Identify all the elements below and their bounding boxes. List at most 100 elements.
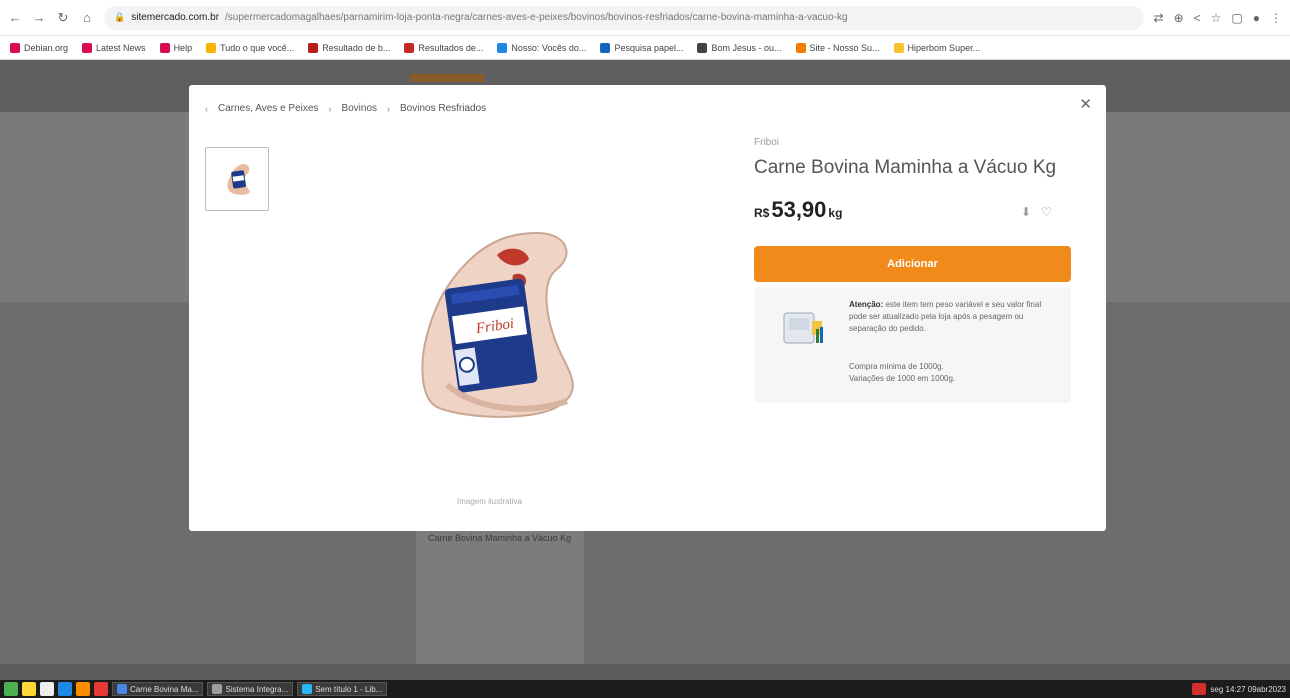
breadcrumb-item[interactable]: Carnes, Aves e Peixes: [218, 103, 318, 114]
share-icon[interactable]: <: [1194, 11, 1201, 25]
task-button[interactable]: Sistema Integra...: [207, 682, 294, 696]
bookmark-favicon-icon: [795, 42, 806, 53]
bookmarks-bar: Debian.org Latest News Help Tudo o que você…: [0, 36, 1290, 60]
window-icon: [212, 684, 223, 694]
bookmark-item[interactable]: Help: [159, 42, 193, 53]
breadcrumb: ‹ Carnes, Aves e Peixes › Bovinos › Bovi…: [205, 103, 486, 114]
bookmark-label: Site - Nosso Su...: [809, 42, 880, 53]
weight-step: Variações de 1000 em 1000g.: [849, 374, 956, 383]
bookmark-label: Help: [173, 42, 193, 53]
weight-info-text: Atenção: este item tem peso variável e s…: [849, 299, 1059, 335]
bookmark-label: Latest News: [96, 42, 146, 53]
product-modal: ✕ ‹ Carnes, Aves e Peixes › Bovinos › Bo…: [189, 85, 1106, 531]
system-tray: seg 14:27 09abr2023: [1192, 683, 1286, 695]
bookmark-item[interactable]: Tudo o que você...: [206, 42, 295, 53]
bookmark-label: Nosso: Vocês do...: [511, 42, 587, 53]
start-menu-icon[interactable]: [4, 682, 18, 696]
browser-toolbar: ← → ↻ ⌂ 🔒 sitemercado.com.br/supermercad…: [0, 0, 1290, 36]
download-icon[interactable]: ⬇: [1021, 205, 1031, 219]
bookmark-item[interactable]: Debian.org: [10, 42, 69, 53]
task-button[interactable]: Sem título 1 - Lib...: [297, 682, 388, 696]
bookmark-item[interactable]: Pesquisa papel...: [600, 42, 684, 53]
bookmark-label: Hiperbom Super...: [907, 42, 981, 53]
task-label: Sem título 1 - Lib...: [315, 684, 383, 694]
menu-icon[interactable]: ⋮: [1270, 11, 1282, 25]
breadcrumb-item[interactable]: Bovinos Resfriados: [400, 103, 486, 114]
bookmark-item[interactable]: Site - Nosso Su...: [795, 42, 880, 53]
add-to-cart-button[interactable]: Adicionar: [754, 246, 1071, 282]
home-icon[interactable]: ⌂: [80, 10, 94, 25]
bookmark-favicon-icon: [893, 42, 904, 53]
translate-icon[interactable]: ⇄: [1154, 11, 1164, 25]
address-bar[interactable]: 🔒 sitemercado.com.br/supermercadomagalha…: [104, 5, 1144, 30]
forward-icon[interactable]: →: [32, 10, 46, 25]
min-purchase: Compra mínima de 1000g.: [849, 362, 944, 371]
task-label: Sistema Integra...: [225, 684, 289, 694]
scale-icon: [783, 312, 823, 344]
heart-icon[interactable]: ♡: [1041, 205, 1052, 219]
weight-info-box: Atenção: este item tem peso variável e s…: [754, 287, 1071, 403]
bookmark-favicon-icon: [404, 42, 415, 53]
bookmark-label: Resultado de b...: [322, 42, 391, 53]
browser-icon[interactable]: [58, 682, 72, 696]
header-accent: [410, 74, 484, 82]
bookmark-label: Bom Jesus - ou...: [711, 42, 782, 53]
bookmark-item[interactable]: Resultado de b...: [308, 42, 391, 53]
window-icon: [302, 684, 313, 694]
bookmark-favicon-icon: [159, 42, 170, 53]
window-icon: [117, 684, 127, 694]
reload-icon[interactable]: ↻: [56, 10, 70, 25]
app-icon[interactable]: [76, 682, 90, 696]
bookmark-item[interactable]: Nosso: Vocês do...: [497, 42, 587, 53]
bookmark-favicon-icon: [10, 42, 20, 53]
close-icon[interactable]: ✕: [1079, 95, 1092, 113]
chevron-right-icon: ›: [328, 103, 332, 114]
bookmark-favicon-icon: [206, 42, 217, 53]
app-icon[interactable]: [94, 682, 108, 696]
bookmark-favicon-icon: [308, 42, 319, 53]
terminal-icon[interactable]: [40, 682, 54, 696]
price-value: 53,90: [771, 197, 827, 222]
product-thumbnail[interactable]: [205, 147, 269, 211]
price-currency: R$: [754, 206, 770, 220]
product-price: R$ 53,90 kg: [754, 197, 842, 223]
taskbar: Carne Bovina Ma... Sistema Integra... Se…: [0, 680, 1290, 698]
price-unit: kg: [828, 206, 843, 220]
url-path: /supermercadomagalhaes/parnamirim-loja-p…: [225, 12, 848, 23]
product-card[interactable]: [416, 528, 584, 668]
lock-icon: 🔒: [114, 12, 126, 22]
chevron-right-icon: ›: [387, 103, 391, 114]
star-icon[interactable]: ☆: [1211, 11, 1222, 25]
clock[interactable]: seg 14:27 09abr2023: [1210, 685, 1286, 694]
bookmark-item[interactable]: Hiperbom Super...: [893, 42, 981, 53]
bookmark-item[interactable]: Bom Jesus - ou...: [697, 42, 782, 53]
url-host: sitemercado.com.br: [131, 12, 220, 23]
record-icon[interactable]: [1192, 683, 1207, 695]
breadcrumb-item[interactable]: Bovinos: [341, 103, 377, 114]
profile-icon[interactable]: ●: [1253, 11, 1260, 25]
product-title: Carne Bovina Maminha a Vácuo Kg: [754, 157, 1057, 178]
info-label: Atenção:: [849, 300, 884, 309]
page-footer: [0, 664, 1290, 680]
image-caption: Imagem ilustrativa: [457, 497, 522, 506]
bookmark-label: Debian.org: [24, 42, 69, 53]
tab-search-icon[interactable]: ▢: [1231, 11, 1242, 25]
meat-thumbnail-image: [227, 164, 250, 195]
product-card-title: Carne Bovina Maminha a Vácuo Kg: [428, 533, 572, 543]
bookmark-favicon-icon: [697, 42, 708, 53]
files-icon[interactable]: [22, 682, 36, 696]
task-button[interactable]: Carne Bovina Ma...: [112, 682, 204, 696]
bookmark-item[interactable]: Latest News: [82, 42, 146, 53]
task-label: Carne Bovina Ma...: [130, 684, 199, 694]
zoom-icon[interactable]: ⊕: [1174, 11, 1184, 25]
back-icon[interactable]: ←: [8, 10, 22, 25]
product-brand: Friboi: [754, 137, 780, 148]
bookmark-label: Resultados de...: [418, 42, 484, 53]
product-image: Friboi: [421, 231, 574, 418]
bookmark-item[interactable]: Resultados de...: [404, 42, 484, 53]
bookmark-favicon-icon: [82, 42, 93, 53]
chevron-left-icon[interactable]: ‹: [205, 104, 208, 114]
bookmark-label: Pesquisa papel...: [614, 42, 684, 53]
bookmark-label: Tudo o que você...: [220, 42, 295, 53]
toolbar-icons: ⇄ ⊕ < ☆ ▢ ● ⋮: [1154, 11, 1283, 25]
